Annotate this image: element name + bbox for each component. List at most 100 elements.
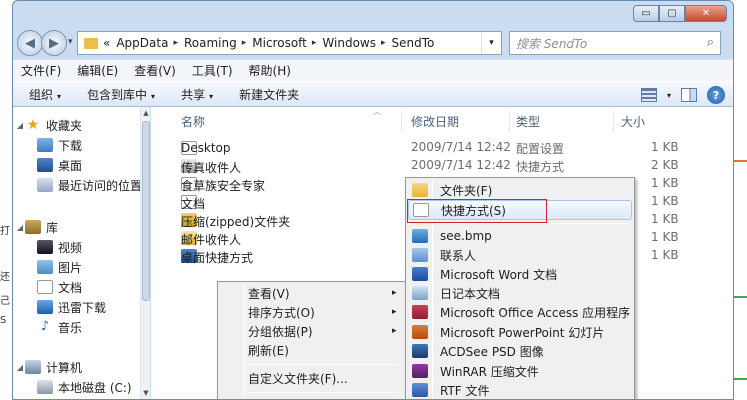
context-menu-customize-folder[interactable]: 自定义文件夹(F)... xyxy=(220,368,404,388)
access-icon xyxy=(412,305,428,319)
breadcrumb-appdata[interactable]: AppData ▸ xyxy=(116,36,178,50)
menu-help[interactable]: 帮助(H) xyxy=(249,62,291,79)
menu-file[interactable]: 文件(F) xyxy=(21,62,61,79)
navigation-row: ◀ ▶ ▾ « AppData ▸ Roaming ▸ Microsoft ▸ Win… xyxy=(13,29,733,57)
command-bar: 组织 ▾ 包含到库中 ▾ 共享 ▾ 新建文件夹 ▾ ? xyxy=(13,81,733,107)
breadcrumb-sendto[interactable]: SendTo xyxy=(392,36,435,50)
organize-button[interactable]: 组织 ▾ xyxy=(29,86,61,103)
preview-pane-icon[interactable] xyxy=(681,88,697,102)
breadcrumb-microsoft[interactable]: Microsoft ▸ xyxy=(252,36,316,50)
back-button[interactable]: ◀ xyxy=(17,30,43,56)
column-header-name[interactable]: 名称 xyxy=(181,111,205,131)
context-menu-group-by[interactable]: 分组依据(P) ▸ xyxy=(220,321,404,341)
forward-button[interactable]: ▶ xyxy=(41,30,67,56)
context-menu-view[interactable]: 查看(V) ▸ xyxy=(220,283,404,303)
desktop-left-edge: 打 还 己 S xyxy=(0,0,12,400)
contact-icon xyxy=(412,248,428,262)
new-powerpoint-item[interactable]: Microsoft PowerPoint 幻灯片 xyxy=(408,322,632,342)
recent-places-icon xyxy=(37,178,53,192)
menu-bar: 文件(F) 编辑(E) 查看(V) 工具(T) 帮助(H) xyxy=(13,59,733,81)
video-library-icon xyxy=(37,240,53,254)
sidebar-item-recent-places[interactable]: 最近访问的位置 xyxy=(37,175,142,195)
sidebar-item-thunder-downloads[interactable]: 迅雷下载 xyxy=(37,297,106,317)
address-bar[interactable]: « AppData ▸ Roaming ▸ Microsoft ▸ Windows ▸ … xyxy=(77,31,502,55)
sort-indicator-icon: ︿ xyxy=(373,107,381,116)
file-row[interactable]: 传真收件人 2009/7/14 12:42 快捷方式 2 KB xyxy=(151,156,733,175)
navigation-pane: ◢ ★ 收藏夹 下载 桌面 最近访问的位置 ◢ 库 视频 图片 文档 迅雷下载 xyxy=(13,107,151,399)
new-psd-item[interactable]: ACDSee PSD 图像 xyxy=(408,341,632,361)
recent-pages-dropdown[interactable]: ▾ xyxy=(68,37,73,47)
context-menu: 查看(V) ▸ 排序方式(O) ▸ 分组依据(P) ▸ 刷新(E) 自定义文件夹(F)… xyxy=(217,281,407,399)
expand-icon[interactable]: ◢ xyxy=(15,223,25,232)
search-input[interactable]: 搜索 SendTo ⌕ xyxy=(509,31,721,55)
hard-disk-icon xyxy=(37,380,53,394)
breadcrumb-windows[interactable]: Windows ▸ xyxy=(322,36,385,50)
menu-tools[interactable]: 工具(T) xyxy=(192,62,233,79)
context-menu-refresh[interactable]: 刷新(E) xyxy=(220,340,404,360)
menu-separator xyxy=(248,392,398,393)
music-note-icon: ♪ xyxy=(40,319,50,334)
sidebar-item-desktop[interactable]: 桌面 xyxy=(37,155,82,175)
window-caption-buttons: ▭ ▢ ✕ xyxy=(633,5,727,22)
sidebar-favorites[interactable]: ◢ ★ 收藏夹 xyxy=(15,115,82,135)
expand-icon[interactable]: ◢ xyxy=(15,363,25,372)
new-journal-document-item[interactable]: 日记本文档 xyxy=(408,283,632,303)
context-menu-sort-by[interactable]: 排序方式(O) ▸ xyxy=(220,302,404,322)
close-button[interactable]: ✕ xyxy=(685,5,727,22)
star-icon: ★ xyxy=(26,117,40,133)
desktop-icon xyxy=(37,158,53,172)
sidebar-item-local-disk-c[interactable]: 本地磁盘 (C:) xyxy=(37,377,132,397)
scroll-down-icon[interactable]: ▼ xyxy=(141,389,151,397)
bitmap-icon xyxy=(412,229,428,243)
column-divider[interactable] xyxy=(613,111,614,131)
new-folder-item[interactable]: 文件夹(F) xyxy=(408,180,632,200)
sidebar-item-music[interactable]: ♪ 音乐 xyxy=(37,317,82,337)
journal-icon xyxy=(412,286,428,300)
column-divider[interactable] xyxy=(509,111,510,131)
column-header-size[interactable]: 大小 xyxy=(621,111,645,131)
new-word-document-item[interactable]: Microsoft Word 文档 xyxy=(408,264,632,284)
scroll-up-icon[interactable]: ▲ xyxy=(141,109,151,117)
view-dropdown-icon[interactable]: ▾ xyxy=(667,91,671,100)
new-winrar-item[interactable]: WinRAR 压缩文件 xyxy=(408,361,632,381)
folder-icon xyxy=(412,183,428,197)
minimize-button[interactable]: ▭ xyxy=(633,5,659,22)
powerpoint-icon xyxy=(412,325,428,339)
address-dropdown[interactable]: ▾ xyxy=(481,32,501,54)
column-header-date[interactable]: 修改日期 xyxy=(411,111,459,131)
menu-separator xyxy=(436,223,626,224)
include-in-library-button[interactable]: 包含到库中 ▾ xyxy=(87,86,155,103)
search-placeholder: 搜索 SendTo xyxy=(516,36,588,51)
sidebar-computer[interactable]: ◢ 计算机 xyxy=(15,357,82,377)
psd-icon xyxy=(412,344,428,358)
search-icon: ⌕ xyxy=(706,35,714,50)
new-access-item[interactable]: Microsoft Office Access 应用程序 xyxy=(408,302,632,322)
help-icon[interactable]: ? xyxy=(707,86,725,104)
menu-edit[interactable]: 编辑(E) xyxy=(77,62,118,79)
new-rtf-item[interactable]: RTF 文件 xyxy=(408,380,632,399)
new-folder-button[interactable]: 新建文件夹 xyxy=(239,86,299,103)
sidebar-item-documents[interactable]: 文档 xyxy=(37,277,82,297)
share-button[interactable]: 共享 ▾ xyxy=(181,86,213,103)
breadcrumb-roaming[interactable]: Roaming ▸ xyxy=(184,36,246,50)
sidebar-libraries[interactable]: ◢ 库 xyxy=(15,217,58,237)
maximize-button[interactable]: ▢ xyxy=(659,5,685,22)
sidebar-scrollbar[interactable]: ▲ ▼ xyxy=(140,107,151,399)
desktop-right-edge xyxy=(733,0,747,400)
new-contact-item[interactable]: 联系人 xyxy=(408,245,632,265)
expand-icon[interactable]: ◢ xyxy=(15,121,25,130)
scrollbar-thumb[interactable] xyxy=(142,121,150,301)
file-row[interactable]: Desktop 2009/7/14 12:42 配置设置 1 KB xyxy=(151,138,733,156)
submenu-arrow-icon: ▸ xyxy=(392,326,397,336)
downloads-folder-icon xyxy=(37,138,53,152)
sidebar-item-downloads[interactable]: 下载 xyxy=(37,135,82,155)
sidebar-item-pictures[interactable]: 图片 xyxy=(37,257,82,277)
sidebar-item-videos[interactable]: 视频 xyxy=(37,237,82,257)
column-header-type[interactable]: 类型 xyxy=(516,111,540,131)
menu-view[interactable]: 查看(V) xyxy=(134,62,176,79)
column-divider[interactable] xyxy=(401,111,402,131)
address-overflow[interactable]: « xyxy=(103,36,110,50)
new-bitmap-item[interactable]: see.bmp xyxy=(408,226,632,246)
pictures-library-icon xyxy=(37,260,53,274)
change-view-icon[interactable] xyxy=(640,88,657,102)
